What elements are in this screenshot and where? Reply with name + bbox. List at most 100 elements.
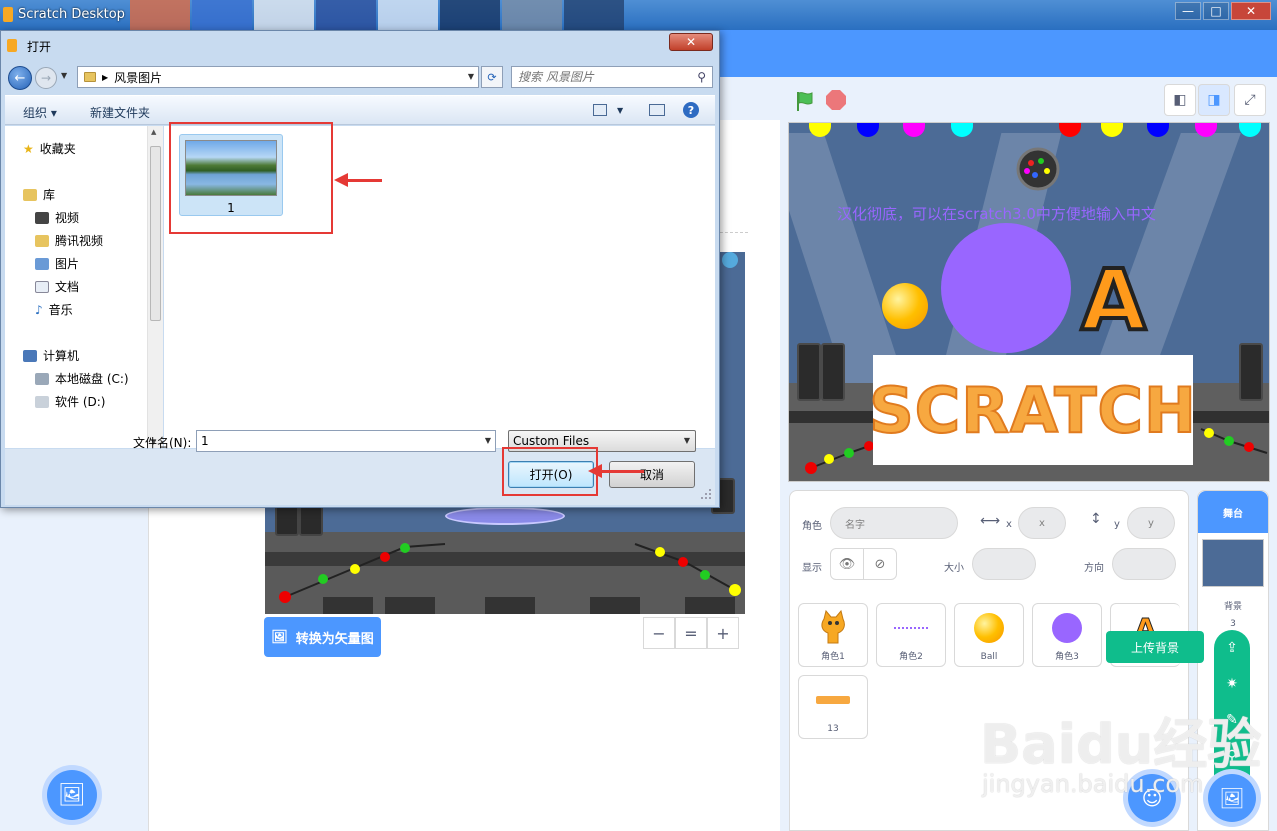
nav-item-tencent-video[interactable]: 腾讯视频	[35, 232, 103, 249]
normal-stage-icon: ◨	[1207, 92, 1221, 108]
library-icon	[23, 188, 37, 201]
close-button[interactable]: ✕	[1231, 2, 1271, 20]
drive-c-icon	[35, 372, 49, 385]
scratch-logo-sprite[interactable]: SCRATCH	[868, 355, 1197, 465]
nav-item-pictures[interactable]: 图片	[35, 255, 79, 272]
back-icon[interactable]: ←	[8, 66, 32, 90]
sprite-tile[interactable]: 角色2	[876, 603, 946, 667]
letter-a-sprite[interactable]: A	[1079, 249, 1148, 351]
sprite-tile[interactable]: Ball	[954, 603, 1024, 667]
nav-item-favorites[interactable]: ★ 收藏夹	[23, 140, 76, 157]
refresh-icon[interactable]: ⟳	[481, 66, 503, 88]
nav-item-computer[interactable]: 计算机	[23, 347, 79, 364]
zoom-out-button[interactable]: −	[643, 617, 675, 649]
document-icon	[35, 280, 49, 293]
view-dropdown-icon[interactable]: ▼	[617, 106, 623, 115]
sprite-tile[interactable]: 角色3	[1032, 603, 1102, 667]
sprite-name-field[interactable]: 名字	[830, 507, 958, 539]
direction-field[interactable]	[1112, 548, 1176, 580]
address-text: 风景图片	[114, 70, 163, 85]
minimize-button[interactable]: —	[1175, 2, 1201, 20]
organize-button[interactable]: 组织 ▾	[23, 104, 57, 121]
forward-icon[interactable]: →	[35, 67, 57, 89]
scrollbar-thumb[interactable]	[150, 146, 161, 321]
cancel-button[interactable]: 取消	[609, 461, 695, 488]
nav-item-drive-c[interactable]: 本地磁盘 (C:)	[35, 370, 129, 387]
new-folder-button[interactable]: 新建文件夹	[90, 104, 150, 121]
zoom-reset-button[interactable]: =	[675, 617, 707, 649]
drive-d-icon	[35, 395, 49, 408]
normal-stage-button[interactable]: ◨	[1198, 84, 1230, 116]
nav-item-documents[interactable]: 文档	[35, 278, 79, 295]
watermark-url: jingyan.baidu.com	[982, 770, 1204, 798]
search-box[interactable]: ⚲	[511, 66, 713, 88]
window-controls: — □ ✕	[1173, 2, 1271, 20]
small-stage-button[interactable]: ◧	[1164, 84, 1196, 116]
sprite-label: 角色	[802, 521, 822, 532]
chevron-down-icon[interactable]: ▼	[468, 72, 474, 81]
fullscreen-button[interactable]: ⤢	[1234, 84, 1266, 116]
highlight-box-open-button	[502, 447, 598, 496]
arrow-annotation	[334, 173, 382, 187]
y-arrows-icon: ↕	[1090, 511, 1102, 527]
sprite-tile[interactable]: 13	[798, 675, 868, 739]
history-dropdown-icon[interactable]: ▼	[61, 71, 67, 80]
convert-to-vector-button[interactable]: 🖼 转换为矢量图	[264, 617, 381, 657]
dialog-close-button[interactable]: ✕	[669, 33, 713, 51]
scratch-app-icon	[3, 7, 13, 22]
fullscreen-icon: ⤢	[1244, 92, 1256, 108]
highlight-box-file	[169, 122, 333, 234]
nav-item-music[interactable]: ♪ 音乐	[35, 301, 73, 318]
screen: Scratch Desktop — □ ✕ 🖼 转换为矢量图 − = + 🖼 ◧…	[0, 0, 1277, 831]
filename-input[interactable]: 1 ▼	[196, 430, 496, 452]
navigation-scrollbar[interactable]: ▲ ▼	[147, 126, 163, 448]
stop-icon[interactable]	[826, 90, 846, 110]
x-arrows-icon: ⟷	[980, 513, 1001, 529]
resize-grip-icon[interactable]	[700, 488, 712, 500]
show-label: 显示	[802, 563, 822, 574]
preview-pane-icon[interactable]	[649, 104, 665, 116]
nav-item-libraries[interactable]: 库	[23, 186, 55, 203]
size-label: 大小	[944, 563, 964, 574]
add-backdrop-button[interactable]: 🖼	[1208, 774, 1256, 822]
surprise-icon[interactable]: ✷	[1214, 666, 1250, 702]
hide-sprite-button[interactable]: ⊘	[863, 548, 897, 580]
size-field[interactable]	[972, 548, 1036, 580]
zoom-controls: − = +	[643, 617, 739, 649]
ball-sprite[interactable]	[882, 283, 928, 329]
small-stage-icon: ◧	[1173, 92, 1187, 108]
view-options-icon[interactable]	[593, 104, 607, 116]
upload-icon[interactable]: ⇪	[1214, 630, 1250, 666]
purple-circle-sprite[interactable]	[941, 223, 1071, 353]
show-sprite-button[interactable]: 👁	[830, 548, 864, 580]
stage-header: ◧ ◨ ⤢	[788, 80, 1277, 120]
chevron-down-icon[interactable]: ▼	[485, 436, 491, 445]
y-field[interactable]: y	[1127, 507, 1175, 539]
folder-icon	[84, 72, 96, 82]
picture-icon	[35, 257, 49, 270]
help-icon[interactable]: ?	[683, 102, 699, 118]
search-input[interactable]	[518, 67, 688, 87]
nav-item-videos[interactable]: 视频	[35, 209, 79, 226]
y-label: y	[1114, 519, 1120, 530]
green-flag-icon[interactable]	[794, 90, 816, 112]
scroll-up-icon[interactable]: ▲	[151, 128, 156, 136]
arrow-annotation	[588, 464, 644, 478]
stage[interactable]: 汉化彻底，可以在scratch3.0中方便地输入中文 A SCRATCH	[788, 122, 1270, 482]
dialog-app-icon	[7, 39, 17, 52]
background-thumbnails	[130, 0, 670, 30]
search-icon[interactable]: ⚲	[697, 70, 706, 84]
app-titlebar: Scratch Desktop — □ ✕	[0, 0, 1277, 30]
dialog-title: 打开	[27, 40, 52, 54]
sprite-tile[interactable]: 角色1	[798, 603, 868, 667]
navigation-pane: ★ 收藏夹 库 视频 腾讯视频 图片 文档 ♪ 音乐 计算机 本地磁盘 (C:) 软…	[5, 126, 163, 448]
add-costume-button[interactable]: 🖼	[47, 770, 97, 820]
add-image-icon: 🖼	[58, 782, 86, 808]
x-field[interactable]: x	[1018, 507, 1066, 539]
zoom-in-button[interactable]: +	[707, 617, 739, 649]
maximize-button[interactable]: □	[1203, 2, 1229, 20]
purple-circle-sprite-icon	[1033, 608, 1101, 648]
nav-item-drive-d[interactable]: 软件 (D:)	[35, 393, 105, 410]
address-bar[interactable]: ▶ 风景图片 ▼	[77, 66, 479, 88]
video-icon	[35, 211, 49, 224]
